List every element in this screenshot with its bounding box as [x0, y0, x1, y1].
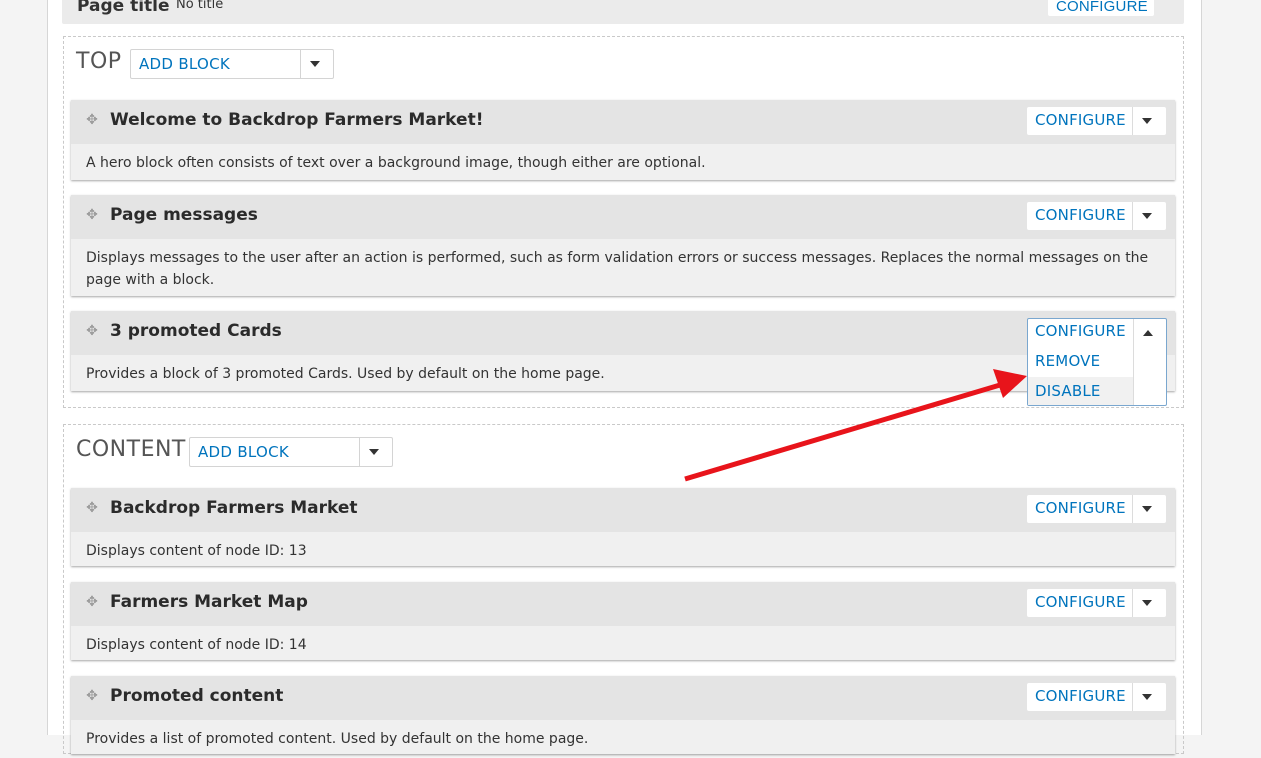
- top-add-block-dropdown[interactable]: ADD BLOCK: [130, 49, 334, 79]
- block-header: ✥ Backdrop Farmers Market CONFIGURE: [71, 488, 1175, 532]
- block-configure-split-button[interactable]: CONFIGURE: [1027, 683, 1166, 711]
- configure-button[interactable]: CONFIGURE: [1035, 593, 1126, 611]
- block-header: ✥ Page messages CONFIGURE: [71, 195, 1175, 239]
- block-title: Promoted content: [110, 686, 284, 706]
- block-page-messages: ✥ Page messages CONFIGURE Displays messa…: [71, 195, 1175, 296]
- block-description: Displays content of node ID: 14: [86, 637, 307, 653]
- drag-handle-icon[interactable]: ✥: [85, 689, 99, 703]
- block-configure-split-button[interactable]: CONFIGURE: [1027, 107, 1166, 135]
- page-title-label: Page title: [77, 0, 170, 16]
- block-title: Page messages: [110, 205, 258, 225]
- page-title-configure-button[interactable]: CONFIGURE: [1048, 0, 1154, 16]
- block-header: ✥ Welcome to Backdrop Farmers Market! CO…: [71, 100, 1175, 144]
- block-description: Provides a block of 3 promoted Cards. Us…: [86, 366, 605, 382]
- chevron-down-icon[interactable]: [1142, 506, 1152, 512]
- drag-handle-icon[interactable]: ✥: [85, 324, 99, 338]
- page-title-value: No title: [176, 0, 224, 12]
- block-actions-dropdown-open[interactable]: CONFIGURE REMOVE DISABLE: [1027, 318, 1167, 406]
- drag-handle-icon[interactable]: ✥: [85, 501, 99, 515]
- block-promoted-cards: ✥ 3 promoted Cards Provides a block of 3…: [71, 311, 1175, 391]
- block-description: Displays messages to the user after an a…: [86, 250, 1149, 288]
- drag-handle-icon[interactable]: ✥: [85, 113, 99, 127]
- configure-button[interactable]: CONFIGURE: [1035, 111, 1126, 129]
- chevron-up-icon[interactable]: [1143, 330, 1153, 336]
- block-header: ✥ 3 promoted Cards: [71, 311, 1175, 355]
- block-title: Farmers Market Map: [110, 592, 308, 612]
- remove-menu-item[interactable]: REMOVE: [1035, 352, 1100, 370]
- block-title: 3 promoted Cards: [110, 321, 282, 341]
- block-title: Backdrop Farmers Market: [110, 498, 358, 518]
- drag-handle-icon[interactable]: ✥: [85, 595, 99, 609]
- page-title-row: [62, 0, 1184, 24]
- block-configure-split-button[interactable]: CONFIGURE: [1027, 589, 1166, 617]
- block-configure-split-button[interactable]: CONFIGURE: [1027, 202, 1166, 230]
- configure-button[interactable]: CONFIGURE: [1035, 322, 1126, 340]
- block-farmers-market-map: ✥ Farmers Market Map CONFIGURE Displays …: [71, 582, 1175, 660]
- block-welcome: ✥ Welcome to Backdrop Farmers Market! CO…: [71, 100, 1175, 180]
- block-description: Displays content of node ID: 13: [86, 543, 307, 559]
- configure-button[interactable]: CONFIGURE: [1035, 206, 1126, 224]
- block-header: ✥ Farmers Market Map CONFIGURE: [71, 582, 1175, 626]
- drag-handle-icon[interactable]: ✥: [85, 208, 99, 222]
- block-configure-split-button[interactable]: CONFIGURE: [1027, 495, 1166, 523]
- configure-button[interactable]: CONFIGURE: [1035, 687, 1126, 705]
- disable-menu-item[interactable]: DISABLE: [1035, 382, 1101, 400]
- chevron-down-icon[interactable]: [310, 61, 320, 67]
- region-content-label: CONTENT: [76, 437, 186, 462]
- region-top-label: TOP: [76, 49, 122, 74]
- content-add-block-label[interactable]: ADD BLOCK: [198, 443, 289, 461]
- block-backdrop-farmers-market: ✥ Backdrop Farmers Market CONFIGURE Disp…: [71, 488, 1175, 566]
- chevron-down-icon[interactable]: [369, 449, 379, 455]
- block-header: ✥ Promoted content CONFIGURE: [71, 676, 1175, 720]
- chevron-down-icon[interactable]: [1142, 600, 1152, 606]
- block-description: Provides a list of promoted content. Use…: [86, 731, 589, 747]
- configure-button[interactable]: CONFIGURE: [1035, 499, 1126, 517]
- chevron-down-icon[interactable]: [1142, 213, 1152, 219]
- chevron-down-icon[interactable]: [1142, 694, 1152, 700]
- chevron-down-icon[interactable]: [1142, 118, 1152, 124]
- block-promoted-content: ✥ Promoted content CONFIGURE Provides a …: [71, 676, 1175, 754]
- block-title: Welcome to Backdrop Farmers Market!: [110, 110, 484, 130]
- block-description: A hero block often consists of text over…: [86, 155, 706, 171]
- top-add-block-label[interactable]: ADD BLOCK: [139, 55, 230, 73]
- content-add-block-dropdown[interactable]: ADD BLOCK: [189, 437, 393, 467]
